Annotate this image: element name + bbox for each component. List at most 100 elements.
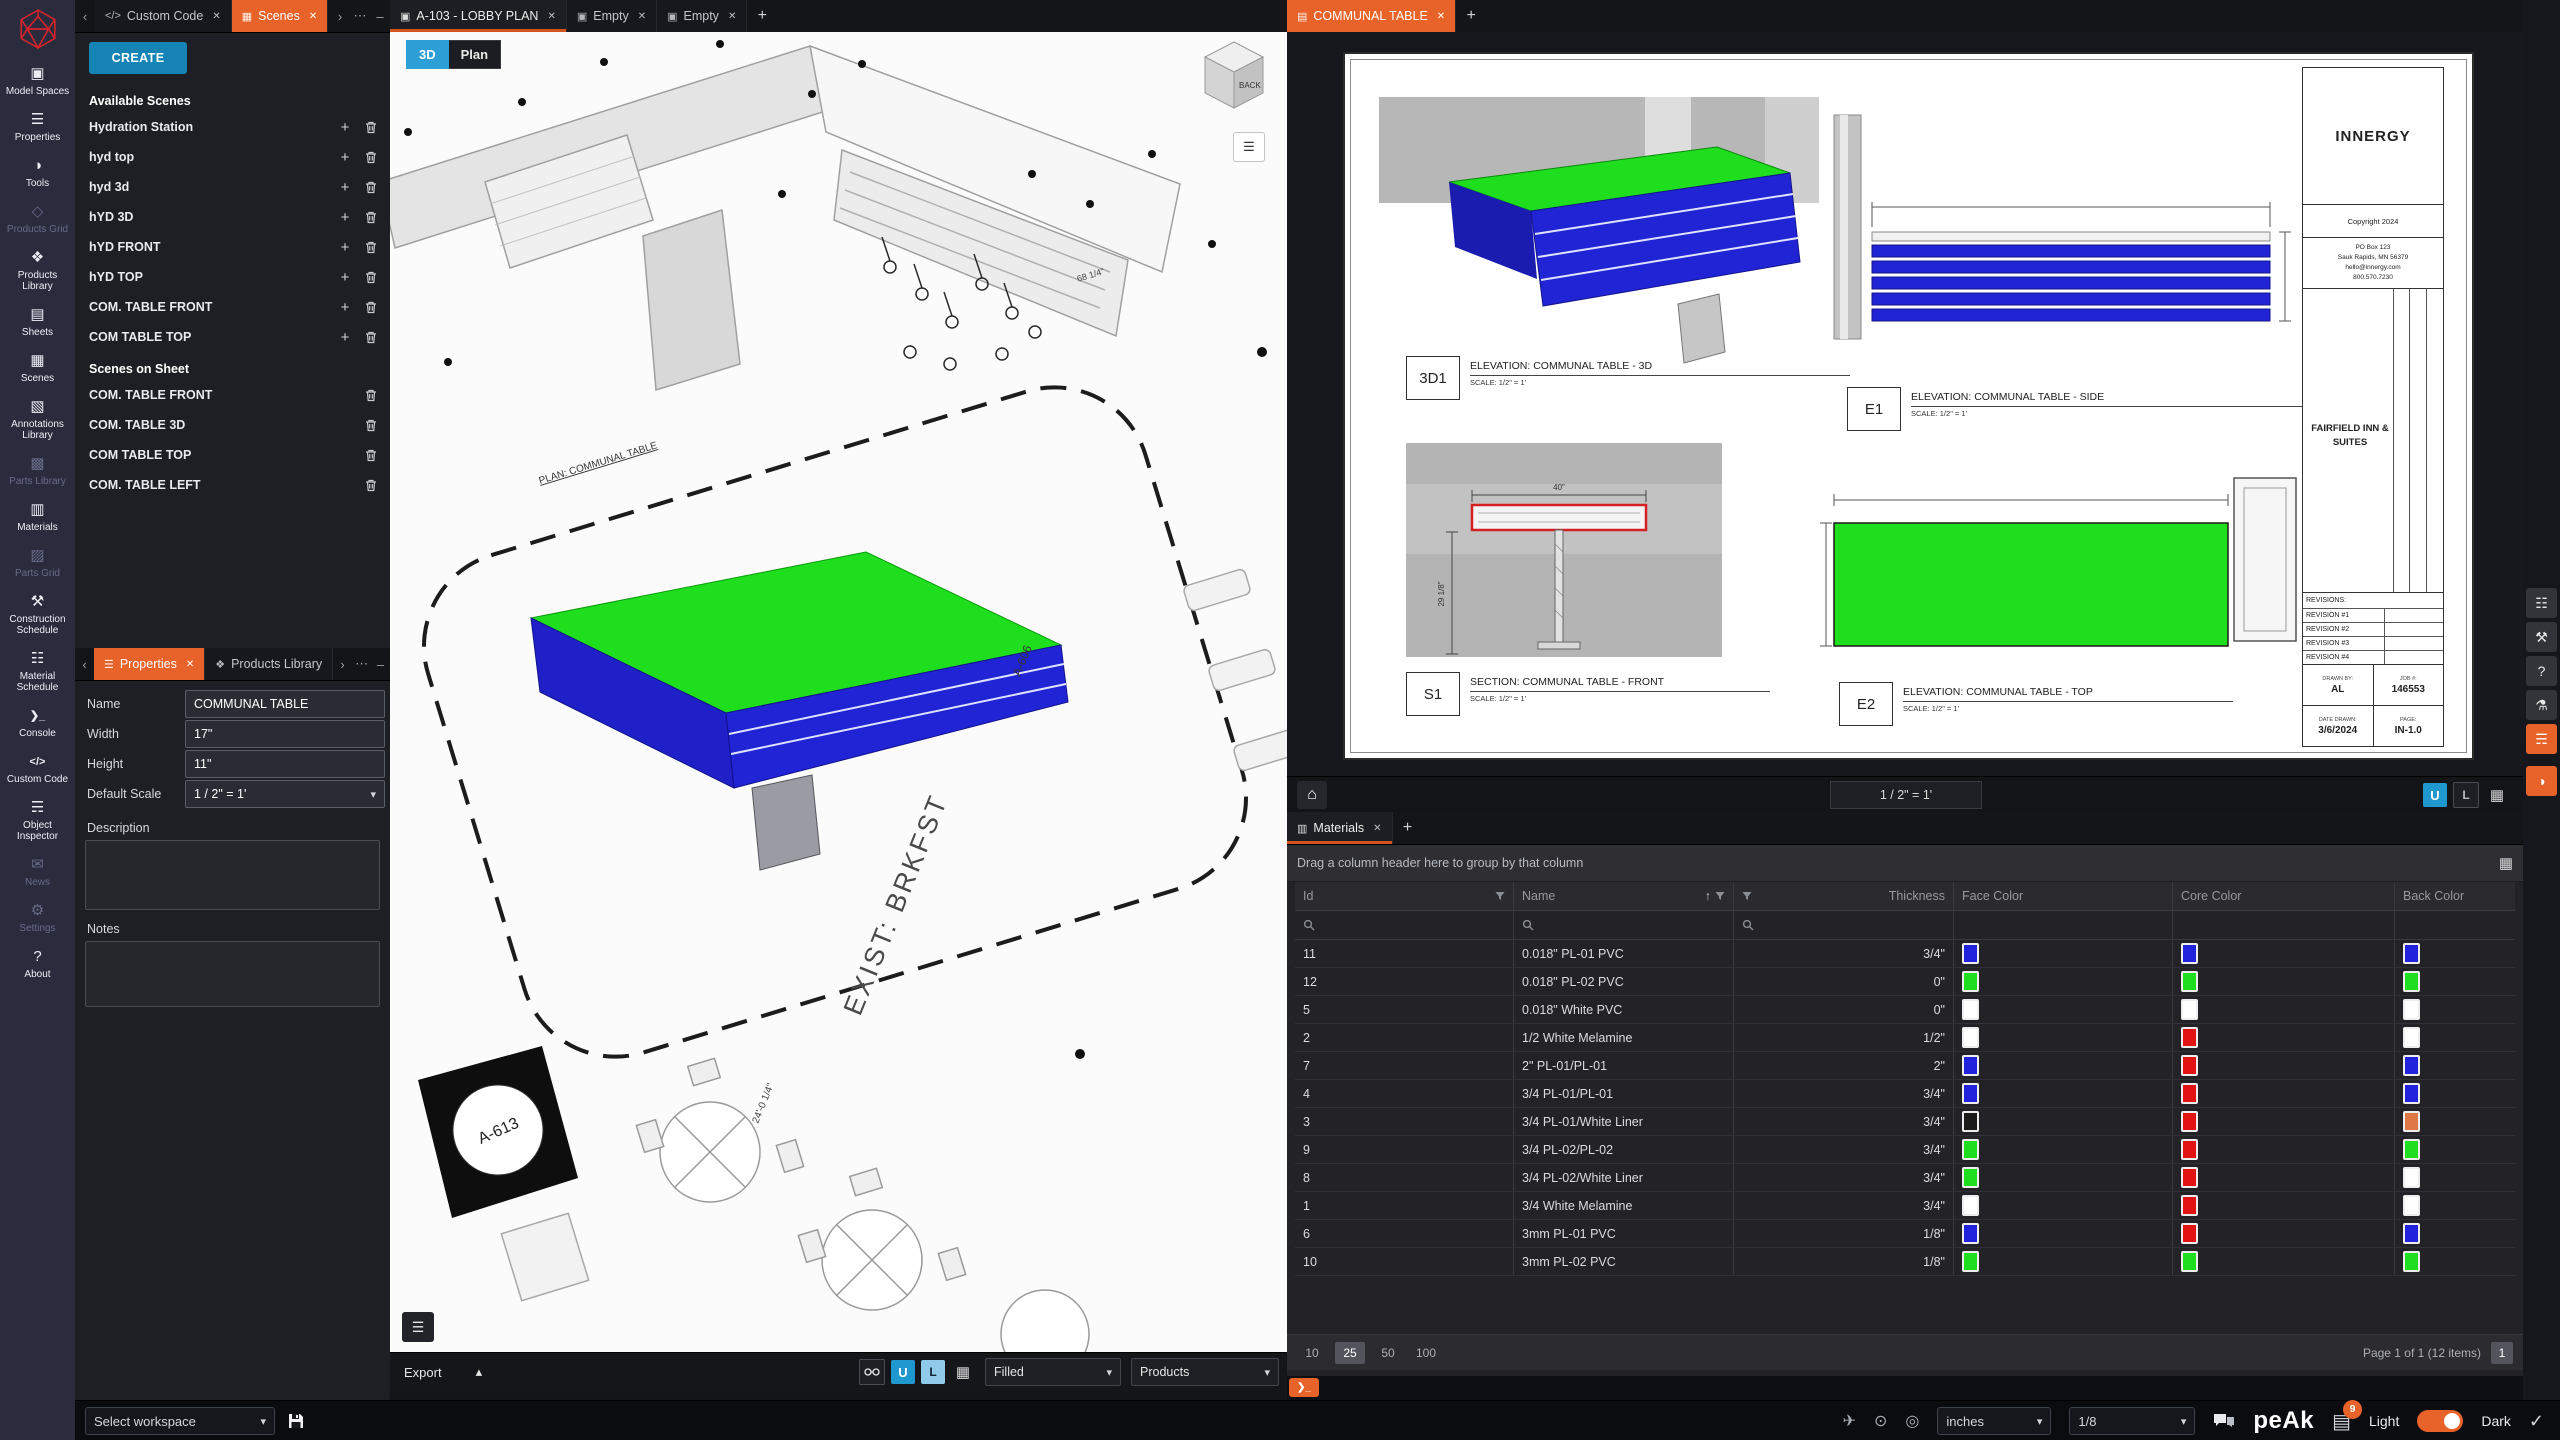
height-field[interactable]: 11" xyxy=(185,750,385,778)
mode-plan-button[interactable]: Plan xyxy=(449,40,501,69)
delete-scene-button[interactable] xyxy=(358,265,384,289)
grid-group-bar[interactable]: Drag a column header here to group by th… xyxy=(1287,845,2523,882)
delete-scene-button[interactable] xyxy=(358,175,384,199)
add-scene-to-sheet-button[interactable]: + xyxy=(332,175,358,199)
blue-swatch[interactable] xyxy=(2403,943,2420,964)
blue-swatch[interactable] xyxy=(1962,1223,1979,1244)
id-filter-input[interactable] xyxy=(1295,911,1514,939)
green-swatch[interactable] xyxy=(2181,971,2198,992)
table-row[interactable]: 72" PL-01/PL-012" xyxy=(1295,1052,2515,1080)
white-swatch[interactable] xyxy=(2403,999,2420,1020)
add-sheet-tab-button[interactable]: + xyxy=(1456,0,1486,32)
target-icon[interactable]: ◎ xyxy=(1905,1411,1919,1431)
sheet-canvas[interactable]: 40" 29 1/8" 3D1 ELEVATION: COMMUNAL TABL… xyxy=(1287,32,2523,776)
ruler-button[interactable]: L xyxy=(921,1360,945,1384)
red-swatch[interactable] xyxy=(2181,1083,2198,1104)
object-inspector-button[interactable]: ☴ xyxy=(2526,724,2557,754)
delete-scene-button[interactable] xyxy=(358,473,384,497)
tab-materials[interactable]: ▥ Materials ✕ xyxy=(1287,812,1393,844)
tab-empty-1[interactable]: ▣ Empty ✕ xyxy=(567,0,657,32)
sidebar-item-about[interactable]: ?About xyxy=(0,941,75,987)
workspace-select[interactable]: Select workspace ▾ xyxy=(85,1407,275,1435)
add-scene-to-sheet-button[interactable]: + xyxy=(332,145,358,169)
rocket-icon[interactable]: ✈ xyxy=(1843,1411,1856,1431)
delete-scene-button[interactable] xyxy=(358,443,384,467)
tab-products-library[interactable]: ❖ Products Library xyxy=(205,648,333,680)
help-button[interactable]: ? xyxy=(2526,656,2557,686)
sidebar-item-tools[interactable]: ◑Tools xyxy=(0,150,75,196)
white-swatch[interactable] xyxy=(1962,1195,1979,1216)
theme-toggle[interactable] xyxy=(2417,1410,2463,1432)
add-scene-to-sheet-button[interactable]: + xyxy=(332,205,358,229)
filter-icon[interactable] xyxy=(1742,891,1752,901)
width-field[interactable]: 17" xyxy=(185,720,385,748)
u-logo-button[interactable]: U xyxy=(2423,783,2447,807)
ruler-button[interactable]: L xyxy=(2453,782,2479,808)
tab-communal-table[interactable]: ▤ COMMUNAL TABLE ✕ xyxy=(1287,0,1456,32)
sidebar-item-custom-code[interactable]: </>Custom Code xyxy=(0,746,75,792)
table-row[interactable]: 63mm PL-01 PVC1/8" xyxy=(1295,1220,2515,1248)
panel-minimize-icon[interactable]: – xyxy=(370,0,390,32)
sidebar-item-scenes[interactable]: ▦Scenes xyxy=(0,345,75,391)
column-header-thickness[interactable]: Thickness xyxy=(1734,882,1954,910)
page-size-100[interactable]: 100 xyxy=(1411,1342,1441,1364)
sidebar-item-annotations-library[interactable]: ▧Annotations Library xyxy=(0,391,75,448)
panel-menu-icon[interactable]: ⋯ xyxy=(352,648,371,680)
blue-swatch[interactable] xyxy=(1962,943,1979,964)
add-scene-to-sheet-button[interactable]: + xyxy=(332,325,358,349)
delete-scene-button[interactable] xyxy=(358,145,384,169)
column-header-name[interactable]: Name ↑ xyxy=(1514,882,1734,910)
green-swatch[interactable] xyxy=(1962,971,1979,992)
tab-lobby-plan[interactable]: ▣ A-103 - LOBBY PLAN ✕ xyxy=(390,0,567,32)
green-swatch[interactable] xyxy=(2403,1251,2420,1272)
scene-row-com-table-3d[interactable]: COM. TABLE 3D xyxy=(89,410,384,440)
notes-field[interactable] xyxy=(85,941,380,1007)
scene-row-hyd-front[interactable]: hYD FRONT+ xyxy=(89,232,384,262)
red-swatch[interactable] xyxy=(2181,1027,2198,1048)
tab-empty-2[interactable]: ▣ Empty ✕ xyxy=(657,0,747,32)
view-cube[interactable]: BACK xyxy=(1201,38,1267,117)
white-swatch[interactable] xyxy=(1962,999,1979,1020)
add-scene-to-sheet-button[interactable]: + xyxy=(332,265,358,289)
table-row[interactable]: 110.018" PL-01 PVC3/4" xyxy=(1295,940,2515,968)
delete-scene-button[interactable] xyxy=(358,205,384,229)
whats-new-button[interactable]: ▤ 9 xyxy=(2332,1409,2351,1434)
blue-swatch[interactable] xyxy=(2403,1223,2420,1244)
add-scene-to-sheet-button[interactable]: + xyxy=(332,115,358,139)
table-row[interactable]: 13/4 White Melamine3/4" xyxy=(1295,1192,2515,1220)
panel-menu-icon[interactable]: ⋯ xyxy=(350,0,370,32)
column-header-core-color[interactable]: Core Color xyxy=(2173,882,2395,910)
black-swatch[interactable] xyxy=(1962,1111,1979,1132)
construction-tools-button[interactable]: ⚒ xyxy=(2526,622,2557,652)
green-swatch[interactable] xyxy=(1962,1167,1979,1188)
red-swatch[interactable] xyxy=(2181,1055,2198,1076)
fraction-select[interactable]: 1/8 ▾ xyxy=(2069,1407,2195,1435)
scene-row-com-table-top[interactable]: COM TABLE TOP xyxy=(89,440,384,470)
app-logo-icon[interactable] xyxy=(0,0,75,58)
table-row[interactable]: 120.018" PL-02 PVC0" xyxy=(1295,968,2515,996)
add-tab-button[interactable]: + xyxy=(747,0,777,32)
scene-row-hyd-3d[interactable]: hyd 3d+ xyxy=(89,172,384,202)
green-swatch[interactable] xyxy=(1962,1139,1979,1160)
table-row[interactable]: 83/4 PL-02/White Liner3/4" xyxy=(1295,1164,2515,1192)
tab-custom-code[interactable]: </> Custom Code ✕ xyxy=(95,0,232,32)
scene-row-com-table-front[interactable]: COM. TABLE FRONT xyxy=(89,380,384,410)
red-swatch[interactable] xyxy=(2181,1195,2198,1216)
delete-scene-button[interactable] xyxy=(358,295,384,319)
blue-swatch[interactable] xyxy=(2181,943,2198,964)
console-toggle-button[interactable]: ❯_ xyxy=(1289,1378,1319,1397)
table-row[interactable]: 50.018" White PVC0" xyxy=(1295,996,2515,1024)
scene-row-hyd-top[interactable]: hYD TOP+ xyxy=(89,262,384,292)
panel-minimize-icon[interactable]: – xyxy=(371,648,390,680)
delete-scene-button[interactable] xyxy=(358,325,384,349)
delete-scene-button[interactable] xyxy=(358,413,384,437)
panel-forward-icon[interactable]: › xyxy=(330,0,350,32)
sidebar-item-model-spaces[interactable]: ▣Model Spaces xyxy=(0,58,75,104)
sidebar-item-console[interactable]: ❯_Console xyxy=(0,700,75,746)
close-icon[interactable]: ✕ xyxy=(728,11,736,22)
name-filter-input[interactable] xyxy=(1514,911,1734,939)
scene-list-button[interactable]: ☰ xyxy=(1233,132,1265,162)
panel-back-icon[interactable]: ‹ xyxy=(75,648,94,680)
palette-button[interactable]: ◑ xyxy=(2526,766,2557,796)
spectacles-button[interactable] xyxy=(859,1359,885,1385)
